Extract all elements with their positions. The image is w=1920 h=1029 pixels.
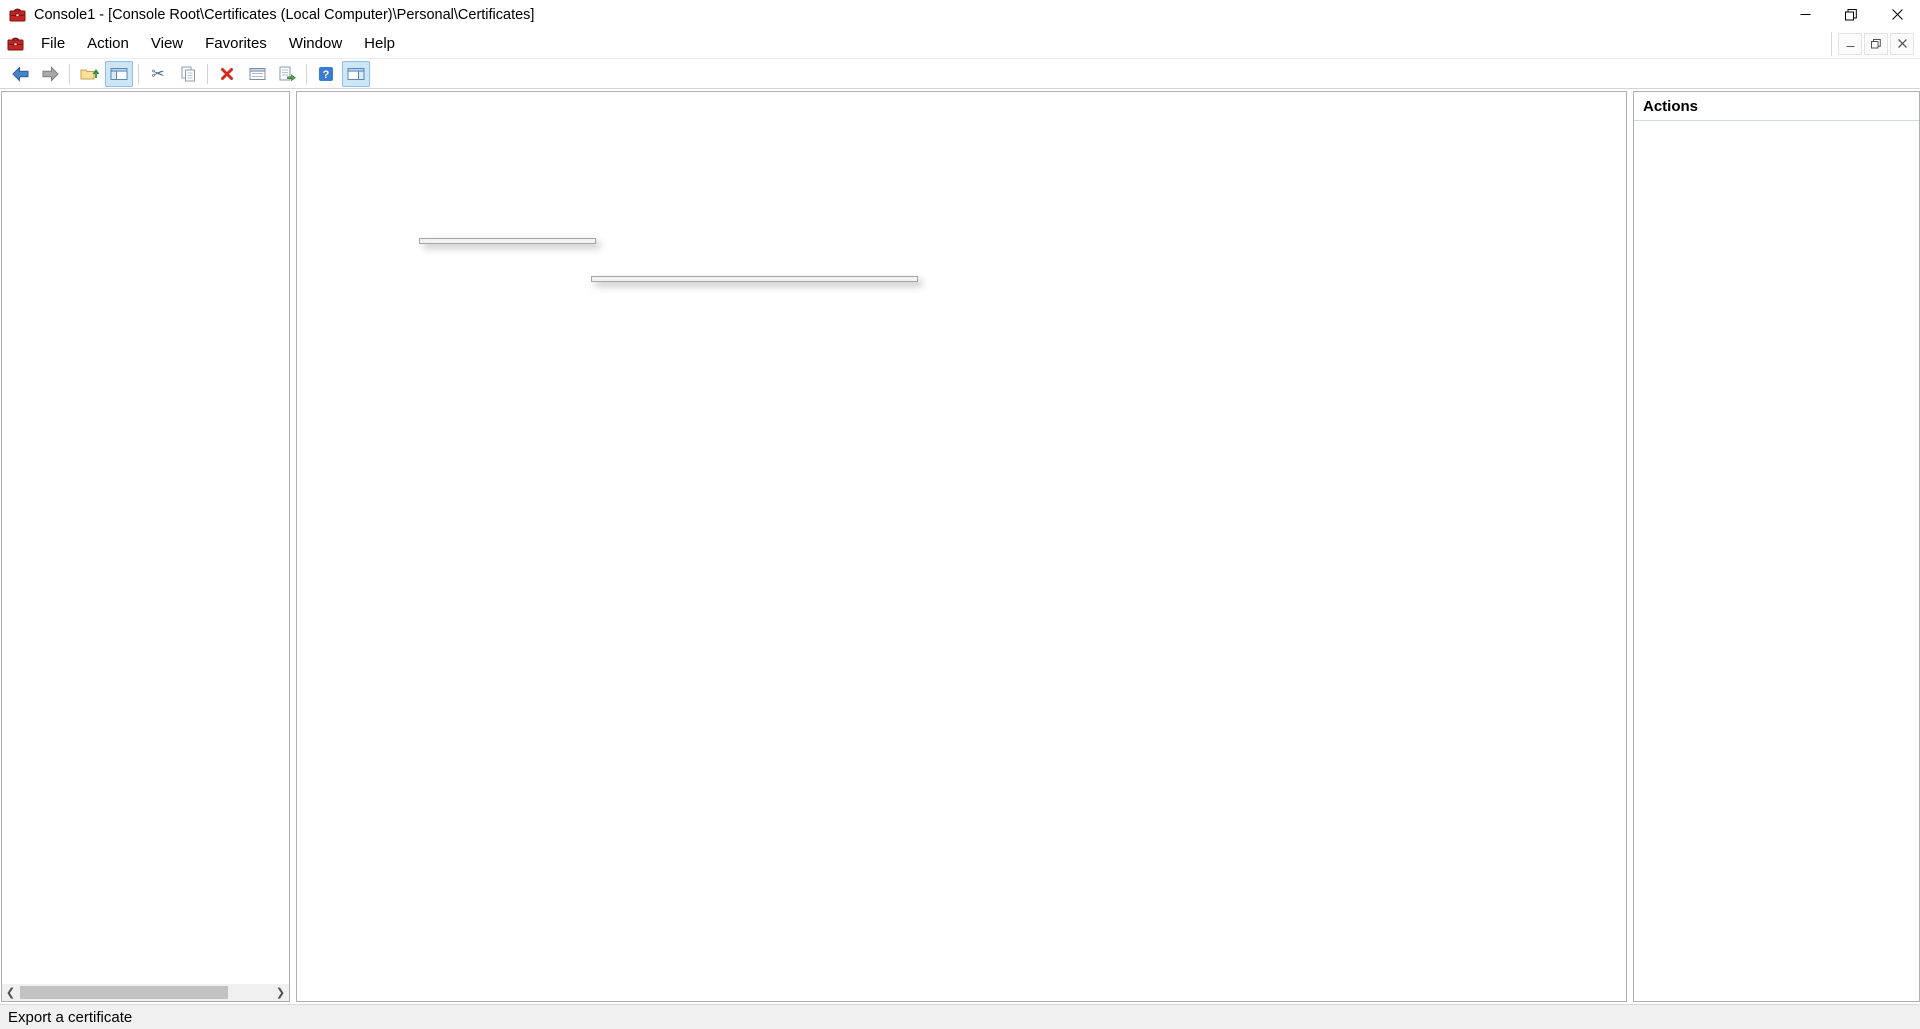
status-text: Export a certificate (8, 1009, 132, 1026)
toolbar-separator (138, 64, 139, 84)
properties-button[interactable] (243, 61, 271, 87)
toolbar-separator (207, 64, 208, 84)
show-console-tree-button[interactable] (105, 61, 133, 87)
scroll-right-arrow[interactable]: ❯ (272, 984, 289, 1001)
copy-icon (181, 66, 196, 82)
props-icon (249, 67, 266, 81)
child-close-button[interactable] (1890, 33, 1914, 55)
title-bar: Console1 - [Console Root\Certificates (L… (0, 0, 1920, 29)
console-tree-panel: ❮ ❯ (1, 91, 290, 1002)
menu-action[interactable]: Action (76, 32, 140, 56)
menu-bar: FileActionViewFavoritesWindowHelp (0, 29, 1920, 59)
menu-file[interactable]: File (30, 32, 76, 56)
menu-help[interactable]: Help (353, 32, 406, 56)
menu-view[interactable]: View (140, 32, 194, 56)
back-button[interactable] (6, 61, 34, 87)
show-action-pane-button[interactable] (342, 61, 370, 87)
window-title: Console1 - [Console Root\Certificates (L… (34, 7, 534, 23)
console-workspace: ❮ ❯ Actions (0, 89, 1920, 1004)
wintree-icon (110, 67, 128, 81)
tree-horizontal-scrollbar[interactable]: ❮ ❯ (2, 984, 289, 1001)
child-restore-button[interactable] (1864, 33, 1888, 55)
restore-button[interactable] (1828, 0, 1874, 29)
explist-icon (279, 66, 296, 81)
menu-window[interactable]: Window (278, 32, 353, 56)
actions-pane-title: Actions (1634, 92, 1919, 121)
scroll-left-arrow[interactable]: ❮ (2, 984, 19, 1001)
mmc-app-icon (9, 7, 26, 22)
scissors-icon: ✂ (151, 64, 164, 84)
all-tasks-submenu (591, 276, 918, 282)
menu-favorites[interactable]: Favorites (194, 32, 278, 56)
help-icon: ? (318, 66, 334, 82)
help-button[interactable]: ? (312, 61, 340, 87)
delete-icon (220, 67, 234, 81)
child-minimize-button[interactable] (1838, 33, 1862, 55)
status-bar: Export a certificate (0, 1004, 1920, 1029)
svg-text:?: ? (323, 69, 330, 81)
delete-button[interactable] (213, 61, 241, 87)
winpane-icon (347, 67, 365, 81)
copy-button[interactable] (174, 61, 202, 87)
toolbar: ✂? (0, 59, 1920, 89)
toolbar-separator (69, 64, 70, 84)
forward-button[interactable] (36, 61, 64, 87)
cut-button[interactable]: ✂ (144, 61, 172, 87)
folderup-icon (80, 66, 99, 81)
context-menu (419, 238, 596, 244)
actions-pane: Actions (1633, 91, 1920, 1002)
scrollbar-thumb[interactable] (20, 986, 228, 999)
toolbar-separator (306, 64, 307, 84)
certificate-list (296, 91, 1627, 1002)
back-icon (11, 66, 30, 82)
window-controls (1782, 0, 1920, 29)
export-list-button[interactable] (273, 61, 301, 87)
up-one-level-button[interactable] (75, 61, 103, 87)
child-window-controls (1831, 32, 1916, 56)
close-button[interactable] (1874, 0, 1920, 29)
mmc-icon (7, 36, 24, 51)
forward-icon (41, 66, 60, 82)
minimize-button[interactable] (1782, 0, 1828, 29)
